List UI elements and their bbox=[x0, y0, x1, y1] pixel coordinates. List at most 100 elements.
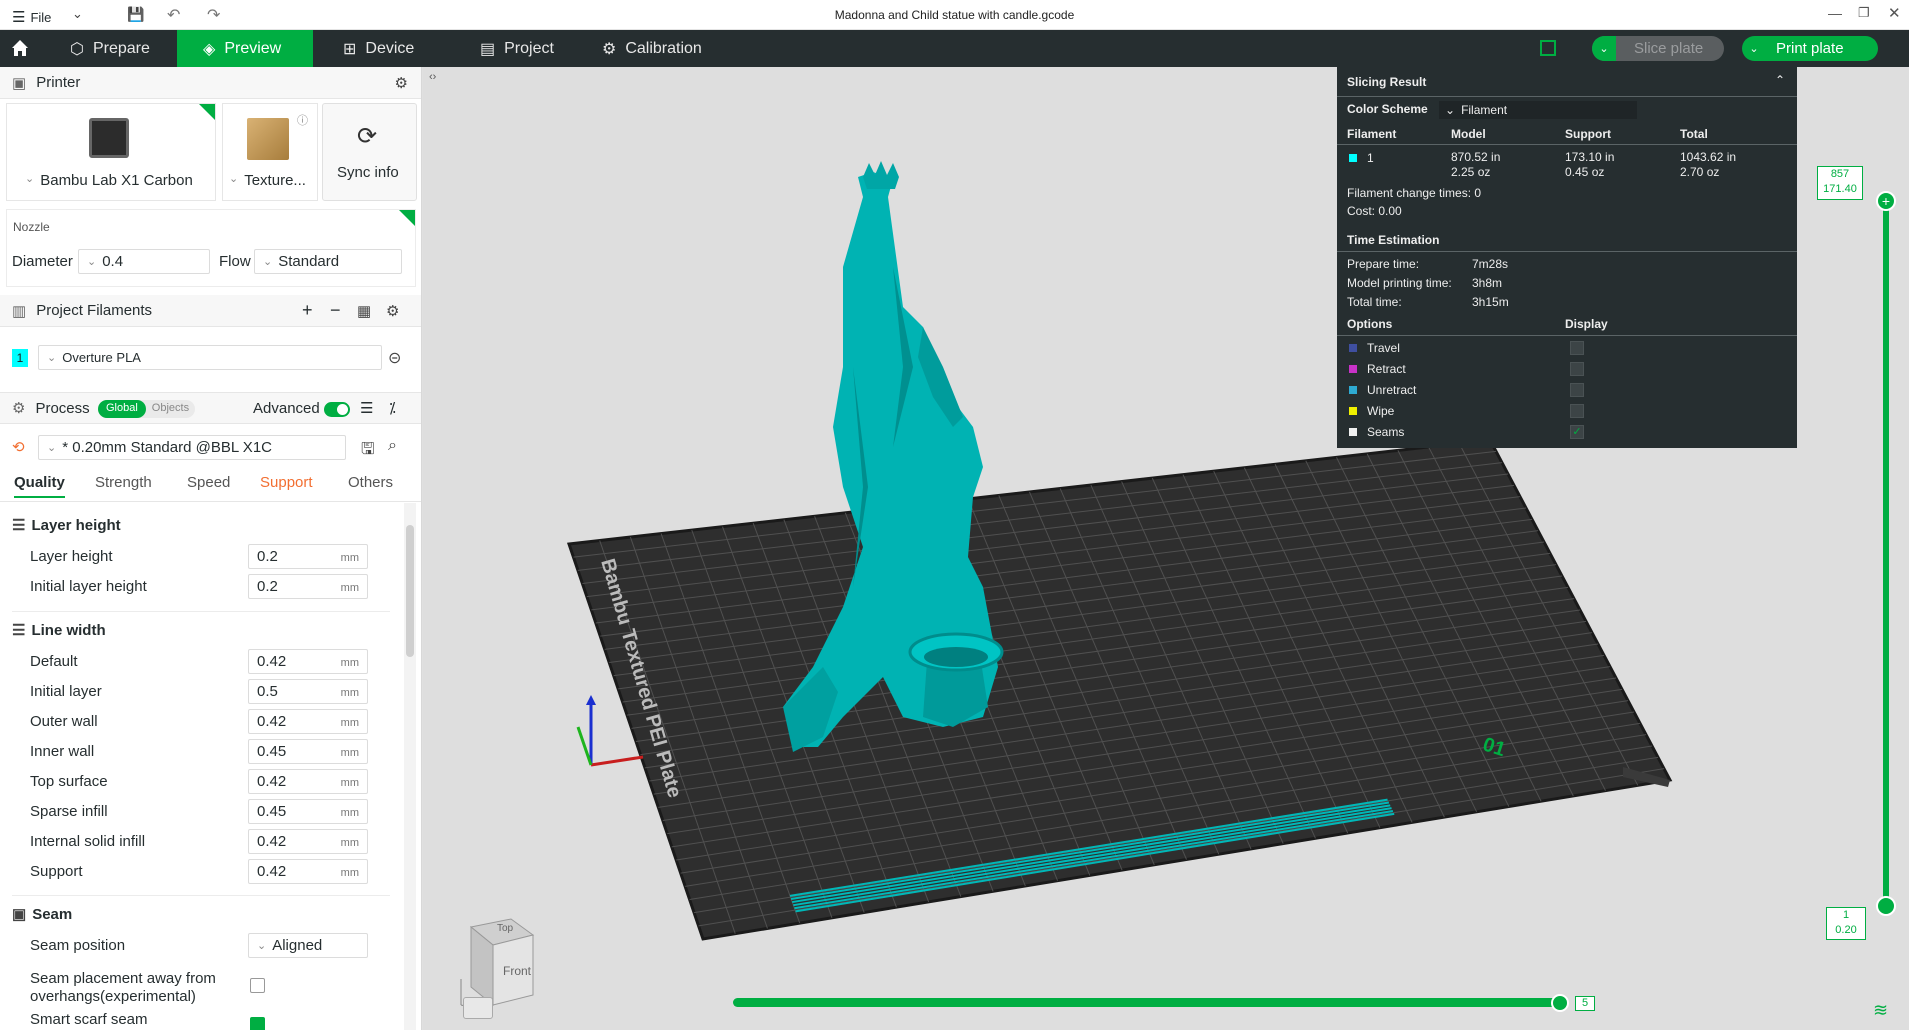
sync-info-label: Sync info bbox=[337, 164, 399, 181]
reset-icon[interactable]: ⟲ bbox=[12, 438, 25, 456]
minimize-icon[interactable]: — bbox=[1828, 5, 1842, 21]
tab-calibration[interactable]: ⚙ Calibration bbox=[602, 30, 722, 67]
param-input[interactable]: 0.45 mm bbox=[248, 739, 368, 764]
retract-swatch bbox=[1349, 365, 1357, 373]
save-preset-icon[interactable]: 🖫 bbox=[361, 438, 375, 465]
filament-more-icon[interactable]: ⊝ bbox=[388, 348, 401, 368]
slice-dropdown-icon[interactable]: ⌄ bbox=[1592, 36, 1616, 61]
model-weight: 2.25 oz bbox=[1451, 165, 1491, 179]
param-label: Smart scarf seam bbox=[30, 1011, 148, 1028]
filaments-section-title: Project Filaments bbox=[36, 302, 153, 319]
param-unit: mm bbox=[340, 777, 359, 789]
layer-slider-bottom-label: 1 0.20 bbox=[1826, 907, 1866, 940]
tab-strength[interactable]: Strength bbox=[95, 474, 152, 491]
param-input[interactable]: 0.42 mm bbox=[248, 649, 368, 674]
search-icon[interactable]: ⌕ bbox=[388, 437, 397, 455]
plate-selector[interactable]: ⌄ Texture... bbox=[229, 172, 306, 189]
plate-card[interactable]: ⓘ ⌄ Texture... bbox=[222, 103, 318, 201]
printer-settings-gear-icon[interactable]: ⚙ bbox=[395, 74, 408, 92]
option-label: Travel bbox=[1367, 341, 1400, 355]
camera-reset-icon[interactable] bbox=[463, 997, 493, 1019]
list-icon[interactable]: ☰ bbox=[360, 399, 373, 417]
move-slider-track[interactable] bbox=[733, 998, 1563, 1007]
prepare-time-value: 7m28s bbox=[1472, 257, 1509, 271]
objects-toggle[interactable]: Objects bbox=[146, 400, 195, 418]
color-scheme-select[interactable]: ⌄ Filament bbox=[1439, 101, 1637, 119]
scrollbar-track[interactable] bbox=[404, 503, 416, 1030]
param-input[interactable]: 0.2 mm bbox=[248, 574, 368, 599]
param-input[interactable]: 0.42 mm bbox=[248, 709, 368, 734]
retract-checkbox[interactable] bbox=[1570, 362, 1584, 376]
param-input[interactable]: 0.2 mm bbox=[248, 544, 368, 569]
diameter-select[interactable]: ⌄ 0.4 bbox=[78, 249, 210, 274]
print-dropdown-icon[interactable]: ⌄ bbox=[1742, 42, 1766, 55]
tab-project-label: Project bbox=[504, 39, 554, 57]
total-time-label: Total time: bbox=[1347, 295, 1402, 309]
param-value: 0.42 bbox=[257, 713, 287, 730]
layer-slider-bottom-handle[interactable] bbox=[1876, 896, 1896, 916]
info-icon[interactable]: ⓘ bbox=[297, 112, 308, 128]
close-icon[interactable]: ✕ bbox=[1888, 4, 1901, 22]
param-value: 0.2 bbox=[257, 548, 278, 565]
tab-quality[interactable]: Quality bbox=[14, 474, 65, 498]
unretract-checkbox[interactable] bbox=[1570, 383, 1584, 397]
printer-selector[interactable]: ⌄ Bambu Lab X1 Carbon bbox=[25, 172, 193, 189]
process-scope-toggle[interactable]: Global Objects bbox=[98, 400, 196, 418]
add-filament-icon[interactable]: + bbox=[302, 300, 313, 321]
tab-speed[interactable]: Speed bbox=[187, 474, 230, 491]
filament-row: 1 bbox=[1349, 151, 1374, 165]
param-input[interactable]: 0.45 mm bbox=[248, 799, 368, 824]
chevron-down-icon: ⌄ bbox=[229, 173, 239, 185]
slice-plate-label: Slice plate bbox=[1634, 40, 1704, 57]
restore-icon[interactable]: ❐ bbox=[1858, 5, 1870, 21]
home-icon[interactable] bbox=[10, 38, 30, 58]
filament-sync-icon[interactable]: ▦ bbox=[357, 302, 371, 320]
filament-settings-gear-icon[interactable]: ⚙ bbox=[386, 302, 399, 320]
param-input[interactable]: 0.42 mm bbox=[248, 769, 368, 794]
param-input[interactable]: 0.42 mm bbox=[248, 829, 368, 854]
plate-layout-icon[interactable] bbox=[1540, 40, 1556, 56]
tab-prepare[interactable]: ⬡ Prepare bbox=[68, 30, 178, 67]
wipe-checkbox[interactable] bbox=[1570, 404, 1584, 418]
print-plate-button[interactable]: ⌄ Print plate bbox=[1742, 36, 1878, 61]
scrollbar-thumb[interactable] bbox=[406, 525, 414, 657]
slice-plate-button[interactable]: ⌄ Slice plate bbox=[1592, 36, 1724, 61]
col-support: Support bbox=[1565, 127, 1611, 141]
global-toggle[interactable]: Global bbox=[98, 400, 146, 418]
flow-select[interactable]: ⌄ Standard bbox=[254, 249, 402, 274]
collapse-panel-icon[interactable]: ⌃ bbox=[1775, 73, 1785, 87]
chevron-down-icon: ⌄ bbox=[1445, 103, 1456, 117]
view-cube[interactable]: Top Front bbox=[441, 907, 551, 1017]
process-preset-select[interactable]: ⌄ * 0.20mm Standard @BBL X1C bbox=[38, 435, 346, 460]
layers-icon[interactable]: ≋ bbox=[1873, 1000, 1888, 1021]
filament-color-swatch[interactable]: 1 bbox=[12, 349, 28, 367]
process-section-title: Process bbox=[35, 399, 90, 417]
advanced-toggle[interactable] bbox=[324, 402, 350, 417]
group-line-width: ☰ Line width bbox=[12, 621, 106, 640]
layer-slider-top-handle[interactable]: + bbox=[1876, 191, 1896, 211]
move-slider-handle[interactable] bbox=[1551, 994, 1569, 1012]
param-input[interactable]: 0.42 mm bbox=[248, 859, 368, 884]
seams-checkbox[interactable]: ✓ bbox=[1570, 425, 1584, 439]
tab-support[interactable]: Support bbox=[260, 474, 313, 491]
param-input[interactable]: 0.5 mm bbox=[248, 679, 368, 704]
layer-slider-track[interactable] bbox=[1883, 199, 1889, 904]
remove-filament-icon[interactable]: − bbox=[330, 300, 341, 321]
travel-checkbox[interactable] bbox=[1570, 341, 1584, 355]
compare-icon[interactable]: ⁒ bbox=[389, 399, 396, 417]
tab-others[interactable]: Others bbox=[348, 474, 393, 491]
tab-device[interactable]: ⊞ Device bbox=[343, 30, 453, 67]
divider bbox=[1337, 96, 1797, 97]
sync-info-button[interactable]: ⟳ Sync info bbox=[322, 103, 417, 201]
option-label: Unretract bbox=[1367, 383, 1417, 397]
printer-card[interactable]: ⌄ Bambu Lab X1 Carbon bbox=[6, 103, 216, 201]
seam-position-select[interactable]: ⌄ Aligned bbox=[248, 933, 368, 958]
travel-swatch bbox=[1349, 344, 1357, 352]
bottom-layer-height: 0.20 bbox=[1835, 924, 1857, 936]
tab-preview[interactable]: ◈ Preview bbox=[177, 30, 313, 67]
filament-select[interactable]: ⌄ Overture PLA bbox=[38, 345, 382, 370]
seam-away-checkbox[interactable] bbox=[250, 978, 265, 993]
group-layer-height: ☰ Layer height bbox=[12, 516, 121, 535]
smart-scarf-checkbox[interactable] bbox=[250, 1017, 265, 1030]
tab-project[interactable]: ▤ Project bbox=[480, 30, 590, 67]
